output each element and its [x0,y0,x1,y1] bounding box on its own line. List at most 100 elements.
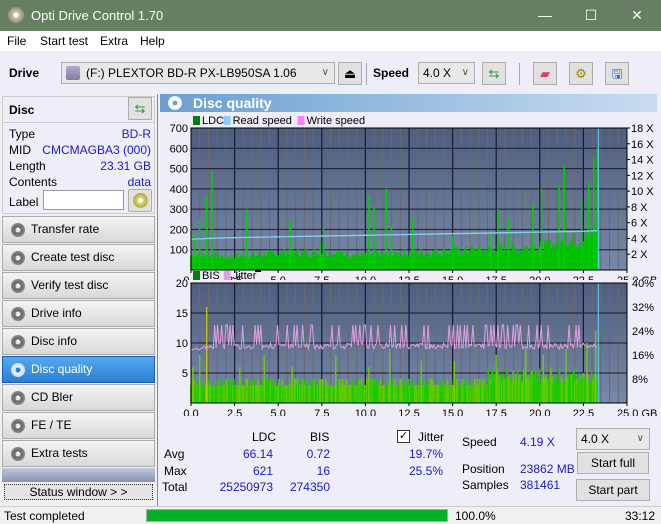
menu-start-test[interactable]: Start test [40,34,88,48]
x-tick-label: 22.5 [573,408,594,416]
drive-label: Drive [9,66,40,80]
y2-tick-label: 6 X [631,218,648,230]
y2-tick-label: 12 X [631,170,654,182]
menu-extra[interactable]: Extra [100,34,128,48]
y2-tick-label: 4 X [631,233,648,245]
legend-label: Write speed [307,115,366,127]
legend-swatch [193,116,200,125]
title-bar: Opti Drive Control 1.70 — ☐ ✕ [0,0,661,31]
samples-label: Samples [462,478,509,492]
avg-label: Avg [164,447,185,461]
y2-tick-label: 16% [632,350,654,362]
elapsed-time: 33:12 [625,509,656,523]
legend-swatch [223,116,231,125]
x-tick-label: 2.5 [227,408,242,416]
save-button[interactable]: 🖫 [605,62,629,85]
total-ldc: 25250973 [219,480,273,494]
transfer-rate-icon [11,223,25,237]
max-bis: 16 [316,464,330,478]
nav-label: Disc info [31,334,78,348]
x-tick-label: 12.5 [398,408,419,416]
verify-disc-icon [11,279,25,293]
label-input[interactable] [43,190,124,210]
speed-value: 4.0 X [423,66,452,80]
start-full-button[interactable]: Start full [577,452,649,474]
y-tick-label: 20 [176,278,188,290]
nav-label: Verify test disc [31,278,109,292]
settings-button[interactable]: ⚙ [569,62,593,85]
position-label: Position [462,462,505,476]
toolbar-separator [366,63,367,85]
x-tick-label: 17.5 [485,408,506,416]
speed-label: Speed [373,66,410,80]
erase-button[interactable]: ▰ [533,62,557,85]
jitter-checkbox[interactable]: ✓ [397,430,410,443]
status-text: Test completed [4,509,85,523]
total-label: Total [162,480,188,494]
nav-create-test-disc[interactable]: Create test disc [2,244,155,271]
drive-icon [66,66,80,80]
menu-bar: File Start test Extra Help [0,31,661,51]
y-tick-label: 700 [170,123,188,135]
nav-label: CD Bler [31,390,74,404]
y2-tick-label: 40% [632,278,654,290]
start-part-button[interactable]: Start part [576,479,650,501]
max-ldc: 621 [252,464,273,478]
y2-tick-label: 32% [632,302,654,314]
close-button[interactable]: ✕ [614,0,660,31]
legend-swatch [193,271,200,280]
menu-file[interactable]: File [7,34,26,48]
y2-tick-label: 24% [632,326,654,338]
nav-drive-info[interactable]: Drive info [2,300,155,327]
refresh-icon: ⇆ [134,101,146,116]
minimize-button[interactable]: — [522,0,568,31]
disc-contents-value: data [127,175,151,189]
nav-disc-info[interactable]: Disc info [2,328,155,355]
y-tick-label: 10 [176,338,188,350]
refresh-button[interactable]: ⇆ [482,62,506,85]
disc-refresh-button[interactable]: ⇆ [128,97,152,120]
maximize-button[interactable]: ☐ [568,0,614,31]
label-disc-button[interactable] [128,189,152,212]
create-disc-icon [11,251,25,265]
y2-tick-label: 8 X [631,202,648,214]
status-window-button[interactable]: Status window > > [4,484,153,500]
y2-tick-label: 16 X [631,139,654,151]
drive-select[interactable]: (F:) PLEXTOR BD-R PX-LB950SA 1.06 ∨ [61,62,335,84]
disc-quality-icon [168,96,182,110]
test-speed-select[interactable]: 4.0 X ∨ [576,428,650,450]
nav-extra-tests[interactable]: Extra tests [2,440,155,467]
y2-tick-label: 18 X [631,123,654,135]
disc-panel: Disc ⇆ Type BD-R MID CMCMAGBA3 (000) Lengt… [2,96,155,214]
panel-header: Disc quality [160,94,657,112]
progress-fill [147,510,447,521]
y-tick-label: 15 [176,308,188,320]
eject-button[interactable]: ⏏ [338,62,362,85]
avg-jitter: 19.7% [408,447,443,461]
disc-row-contents: Contents data [9,175,151,189]
cd-bler-icon [11,391,25,405]
nav-cd-bler[interactable]: CD Bler [2,384,155,411]
refresh-icon: ⇆ [488,66,500,81]
nav-verify-test-disc[interactable]: Verify test disc [2,272,155,299]
disc-mid-value: CMCMAGBA3 (000) [42,143,151,157]
y2-tick-label: 2 X [631,249,648,261]
speed-select[interactable]: 4.0 X ∨ [418,62,475,84]
nav-transfer-rate[interactable]: Transfer rate [2,216,155,243]
avg-bis: 0.72 [306,447,330,461]
legend-swatch [297,116,305,125]
disc-row-type: Type BD-R [9,127,151,141]
menu-help[interactable]: Help [140,34,165,48]
nav-disc-quality[interactable]: Disc quality [2,356,155,383]
disc-quality-icon [11,363,25,377]
x-tick-label: 10.0 [355,408,376,416]
y-tick-label: 300 [170,204,188,216]
x-tick-label: 7.5 [314,408,329,416]
bis-jitter-chart: BIS Jitter 5 10 15 20 8% 16% 24% 32% 40% 0.0 2.5 5.0 7… [176,270,657,416]
nav-label: Create test disc [31,250,115,264]
nav-fe-te[interactable]: FE / TE [2,412,155,439]
sidebar: Disc ⇆ Type BD-R MID CMCMAGBA3 (000) Lengt… [0,94,157,506]
progress-text: 100.0% [455,509,496,523]
y-tick-label: 5 [182,368,188,380]
nav-label: Disc quality [31,362,93,376]
